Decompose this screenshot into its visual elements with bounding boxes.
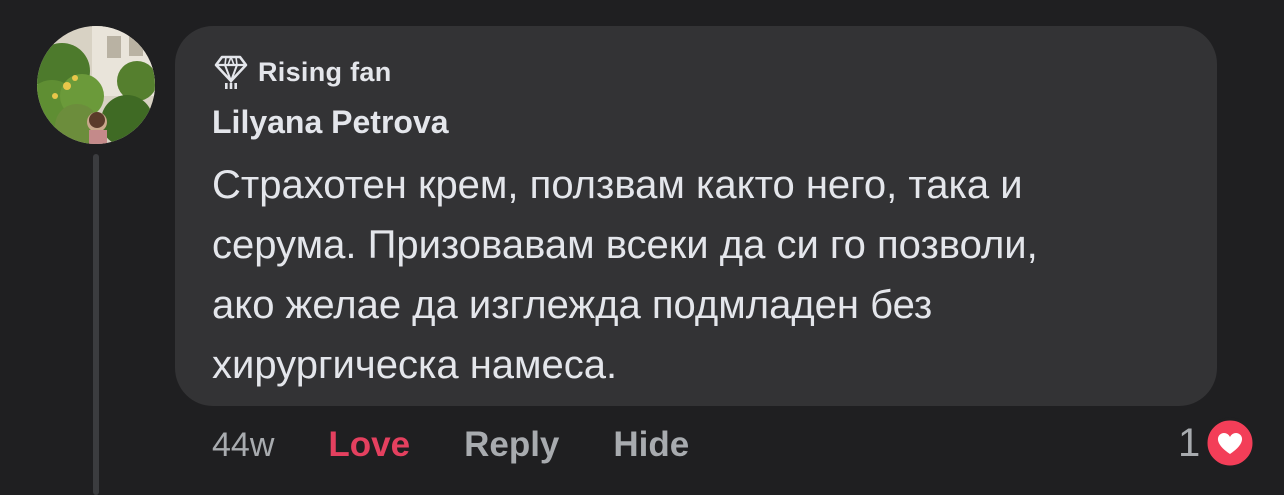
hide-button[interactable]: Hide <box>613 425 689 465</box>
reaction-count: 1 <box>1178 420 1201 465</box>
avatar-photo <box>37 26 155 144</box>
author-name[interactable]: Lilyana Petrova <box>212 100 449 144</box>
comment-text-line: серума. Призовавам всеки да си го позвол… <box>212 223 1038 267</box>
comment-actions: 44w Love Reply Hide <box>212 420 743 470</box>
avatar[interactable] <box>37 26 155 144</box>
comment-text-line: Страхотен крем, ползвам както него, така… <box>212 163 1023 207</box>
comment-thread: Rising fan Lilyana Petrova Страхотен кре… <box>0 0 1284 495</box>
reaction-summary[interactable]: 1 <box>1178 415 1256 471</box>
fan-badge[interactable]: Rising fan <box>214 52 392 92</box>
comment-text-line: хирургическа намеса. <box>212 343 618 387</box>
badge-label: Rising fan <box>258 56 392 87</box>
comment-text-line: ако желае да изглежда подмладен без <box>212 283 933 327</box>
timestamp[interactable]: 44w <box>212 426 274 465</box>
love-button[interactable]: Love <box>328 425 410 465</box>
diamond-icon <box>214 55 248 89</box>
reply-button[interactable]: Reply <box>464 425 559 465</box>
thread-line <box>93 154 99 495</box>
heart-icon <box>1204 417 1256 469</box>
comment-text: Страхотен крем, ползвам както него, така… <box>212 155 1202 395</box>
